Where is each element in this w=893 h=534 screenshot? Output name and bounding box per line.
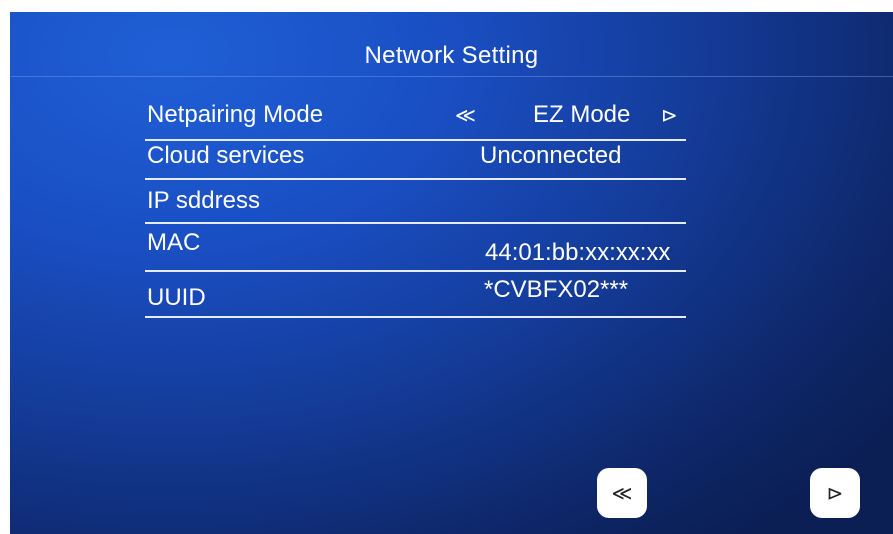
netpairing-mode-value: EZ Mode	[533, 101, 631, 128]
mode-prev-icon[interactable]: ≪	[455, 103, 476, 128]
uuid-value: *CVBFX02***	[484, 276, 629, 303]
uuid-label: UUID	[147, 284, 206, 311]
ip-address-row: IP sddress	[145, 176, 686, 224]
cloud-services-value: Unconnected	[480, 142, 622, 169]
mac-value: 44:01:bb:xx:xx:xx	[485, 239, 671, 266]
double-chevron-left-icon: ≪	[611, 482, 633, 505]
mac-row: MAC 44:01:bb:xx:xx:xx	[145, 224, 686, 272]
mac-label: MAC	[147, 229, 201, 256]
netpairing-mode-label: Netpairing Mode	[147, 101, 324, 128]
double-chevron-right-icon: ⊳	[826, 482, 844, 505]
uuid-row: UUID *CVBFX02***	[145, 270, 686, 318]
next-page-button[interactable]: ⊳	[810, 468, 860, 518]
cloud-services-row: Cloud services Unconnected	[145, 132, 686, 180]
network-setting-screen: Network Setting Netpairing Mode ≪ EZ Mod…	[10, 12, 893, 534]
header-divider	[10, 76, 893, 77]
previous-page-button[interactable]: ≪	[597, 468, 647, 518]
mode-next-icon[interactable]: ⊳	[661, 103, 678, 128]
page-title: Network Setting	[364, 42, 539, 69]
cloud-services-label: Cloud services	[147, 142, 305, 169]
ip-address-label: IP sddress	[147, 187, 260, 214]
